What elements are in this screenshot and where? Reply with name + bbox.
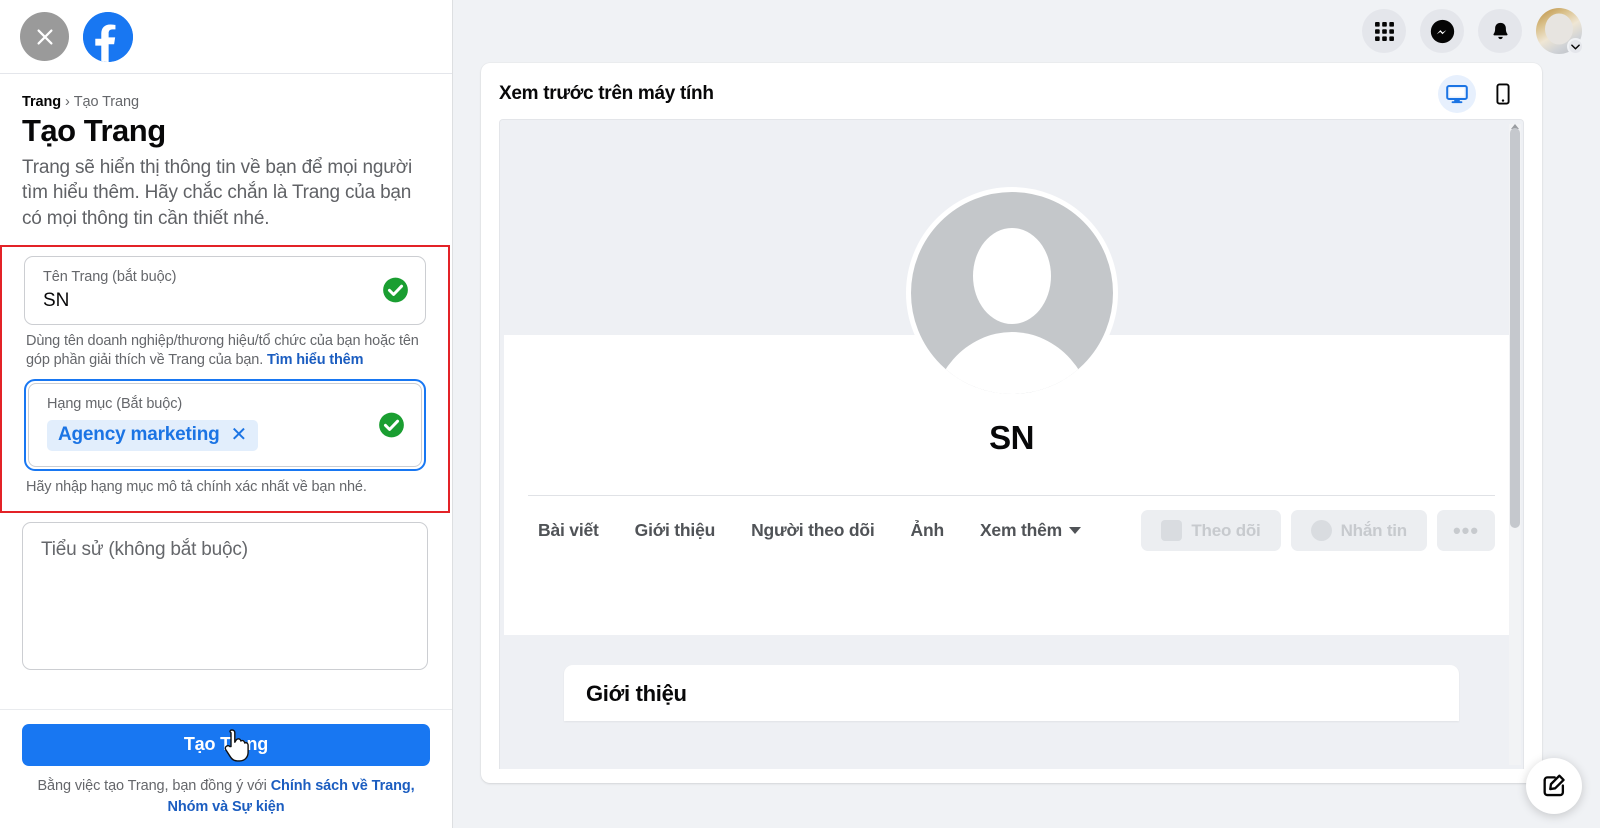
chevron-down-icon xyxy=(1069,527,1081,534)
avatar[interactable] xyxy=(1536,8,1584,55)
page-name-helper: Dùng tên doanh nghiệp/thương hiệu/tổ chứ… xyxy=(24,325,426,379)
preview-scrollbar-thumb[interactable] xyxy=(1510,128,1520,528)
bio-placeholder: Tiểu sử (không bắt buộc) xyxy=(41,539,248,561)
page-title: Tạo Trang xyxy=(22,113,166,148)
preview-scrollbar[interactable] xyxy=(1509,124,1521,765)
desktop-preview-icon[interactable] xyxy=(1438,75,1476,113)
chevron-down-icon[interactable] xyxy=(1567,38,1584,55)
preview-title: Xem trước trên máy tính xyxy=(499,83,714,104)
create-page-button[interactable]: Tạo Trang xyxy=(22,723,430,766)
mobile-preview-icon[interactable] xyxy=(1484,75,1522,113)
breadcrumb: Trang › Tạo Trang xyxy=(22,94,428,110)
valid-check-icon xyxy=(382,277,409,304)
avatar-body-shape xyxy=(928,332,1095,394)
follow-button-label: Theo dõi xyxy=(1191,520,1261,540)
message-button[interactable]: Nhắn tin xyxy=(1290,510,1427,551)
breadcrumb-root[interactable]: Trang xyxy=(22,94,61,110)
follow-icon xyxy=(1161,520,1183,541)
category-chip[interactable]: Agency marketing ✕ xyxy=(47,419,259,451)
profile-header-section: SN Bài viết Giới thiệu Người theo dõi Ản… xyxy=(504,187,1519,635)
about-card-title: Giới thiệu xyxy=(586,681,687,706)
breadcrumb-current: Tạo Trang xyxy=(73,94,139,110)
tab-label: Người theo dõi xyxy=(751,520,875,540)
sidebar-header xyxy=(0,0,452,74)
terms-prefix: Bằng việc tạo Trang, bạn đồng ý với xyxy=(37,777,271,794)
page-description: Trang sẽ hiển thị thông tin về bạn để mọ… xyxy=(22,157,413,229)
breadcrumb-separator: › xyxy=(64,94,70,110)
tab-about[interactable]: Giới thiệu xyxy=(617,512,733,549)
valid-check-icon xyxy=(378,411,405,438)
preview-card: Xem trước trên máy tính SN Bài viết Giới… xyxy=(481,63,1542,783)
sidebar-footer: Tạo Trang Bằng việc tạo Trang, bạn đồng … xyxy=(0,708,452,828)
category-chip-label: Agency marketing xyxy=(58,423,220,445)
notifications-bell-icon[interactable] xyxy=(1478,9,1522,53)
tab-label: Bài viết xyxy=(538,520,599,540)
profile-action-buttons: Theo dõi Nhắn tin ••• xyxy=(1141,510,1495,551)
create-page-screen: Trang › Tạo Trang Tạo Trang Trang sẽ hiển … xyxy=(0,0,1600,828)
sidebar-body: Trang › Tạo Trang Tạo Trang Trang sẽ hiển … xyxy=(0,74,452,709)
tab-photos[interactable]: Ảnh xyxy=(893,512,962,549)
page-name-value[interactable]: SN xyxy=(43,289,373,313)
category-label: Hạng mục (Bắt buộc) xyxy=(47,395,183,412)
message-button-label: Nhắn tin xyxy=(1340,520,1408,540)
tab-followers[interactable]: Người theo dõi xyxy=(733,512,892,549)
profile-tabs: Bài viết Giới thiệu Người theo dõi Ảnh X… xyxy=(504,496,1519,551)
avatar-head-shape xyxy=(972,228,1051,324)
more-options-button[interactable]: ••• xyxy=(1437,510,1495,551)
about-section-strip: Giới thiệu xyxy=(500,651,1523,721)
tab-label: Giới thiệu xyxy=(634,520,716,540)
chip-remove-icon[interactable]: ✕ xyxy=(231,425,248,445)
page-name-field[interactable]: Tên Trang (bắt buộc) SN xyxy=(24,255,426,325)
edit-fab-button[interactable] xyxy=(1526,758,1582,814)
follow-button[interactable]: Theo dõi xyxy=(1141,510,1281,551)
bio-field[interactable]: Tiểu sử (không bắt buộc) xyxy=(22,522,428,671)
device-toggle-group xyxy=(1438,75,1524,113)
top-navigation xyxy=(1362,0,1584,62)
learn-more-link[interactable]: Tìm hiểu thêm xyxy=(267,352,363,368)
more-icon: ••• xyxy=(1452,517,1480,543)
profile-avatar-placeholder[interactable] xyxy=(905,187,1118,399)
preview-viewport: SN Bài viết Giới thiệu Người theo dõi Ản… xyxy=(499,119,1524,769)
about-card: Giới thiệu xyxy=(564,665,1459,721)
page-name-label: Tên Trang (bắt buộc) xyxy=(43,268,177,285)
menu-grid-icon[interactable] xyxy=(1362,9,1406,53)
terms-text: Bằng việc tạo Trang, bạn đồng ý với Chín… xyxy=(22,776,430,818)
facebook-logo-icon[interactable] xyxy=(83,11,133,62)
category-field[interactable]: Hạng mục (Bắt buộc) Agency marketing ✕ xyxy=(24,378,426,471)
tab-more[interactable]: Xem thêm xyxy=(962,512,1099,549)
preview-header: Xem trước trên máy tính xyxy=(499,63,1524,119)
tab-posts[interactable]: Bài viết xyxy=(528,512,617,549)
messenger-icon xyxy=(1310,520,1332,541)
required-fields-highlight: Tên Trang (bắt buộc) SN Dùng tên doanh n… xyxy=(0,244,450,514)
close-icon[interactable] xyxy=(20,12,69,61)
tab-label: Xem thêm xyxy=(979,520,1062,540)
create-page-sidebar: Trang › Tạo Trang Tạo Trang Trang sẽ hiển … xyxy=(0,0,452,828)
category-helper: Hãy nhập hạng mục mô tả chính xác nhất v… xyxy=(26,478,367,495)
preview-area: Xem trước trên máy tính SN Bài viết Giới… xyxy=(452,0,1600,828)
tab-label: Ảnh xyxy=(910,520,945,540)
messenger-icon[interactable] xyxy=(1420,9,1464,53)
